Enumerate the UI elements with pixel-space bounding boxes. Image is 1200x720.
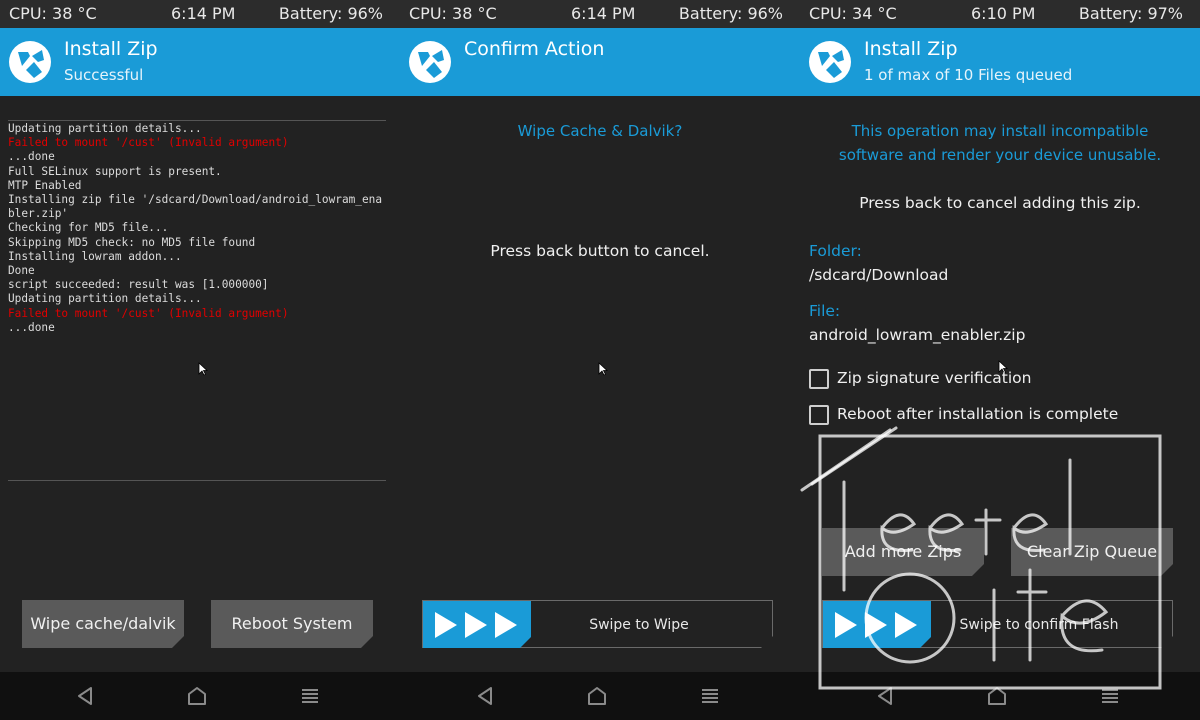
confirm-question: Wipe Cache & Dalvik? (517, 122, 683, 140)
back-icon[interactable] (473, 684, 497, 708)
status-bar: CPU: 34 °C 6:10 PM Battery: 97% (800, 0, 1200, 28)
teamwin-logo-icon (809, 41, 851, 83)
battery-level: Battery: 97% (1078, 4, 1183, 23)
install-zip-result-screen: CPU: 38 °C 6:14 PM Battery: 96% Install … (0, 0, 400, 720)
back-icon[interactable] (73, 684, 97, 708)
swipe-handle[interactable] (823, 601, 931, 649)
status-bar: CPU: 38 °C 6:14 PM Battery: 96% (400, 0, 800, 28)
menu-icon[interactable] (298, 684, 322, 708)
cancel-hint: Press back button to cancel. (490, 242, 710, 260)
console-line: script succeeded: result was [1.000000] (8, 278, 269, 292)
swipe-label: Swipe to confirm Flash (959, 617, 1119, 633)
warning-line-2: software and render your device unusable… (838, 146, 1162, 164)
console-lines: Updating partition details... Failed to m… (8, 121, 386, 335)
mouse-cursor-icon (198, 362, 208, 376)
console-line: Checking for MD5 file... (8, 221, 169, 235)
clock: 6:14 PM (171, 4, 236, 23)
console-line: Full SELinux support is present. (8, 164, 222, 178)
console-line: Installing lowram addon... (8, 249, 182, 263)
wipe-cache-dalvik-button[interactable]: Wipe cache/dalvik (22, 600, 184, 648)
add-more-zips-button[interactable]: Add more Zips (822, 528, 984, 576)
console-log[interactable]: Updating partition details... Failed to m… (8, 120, 386, 481)
zip-signature-label[interactable]: Zip signature verification (837, 369, 1032, 387)
clock: 6:14 PM (571, 4, 636, 23)
console-line: Updating partition details... (8, 292, 202, 306)
swipe-handle[interactable] (423, 601, 531, 649)
folder-label: Folder: (809, 242, 862, 260)
home-icon[interactable] (585, 684, 609, 708)
console-line: ...done (8, 150, 55, 164)
mouse-cursor-icon (598, 362, 608, 376)
teamwin-logo-icon (409, 41, 451, 83)
page-title: Install Zip (64, 38, 158, 60)
play-arrow-icon (835, 612, 923, 638)
clock: 6:10 PM (971, 4, 1036, 23)
back-icon[interactable] (873, 684, 897, 708)
console-line: Failed to mount '/cust' (Invalid argumen… (8, 136, 289, 150)
nav-bar (400, 672, 800, 720)
menu-icon[interactable] (698, 684, 722, 708)
swipe-label: Swipe to Wipe (589, 617, 689, 633)
cpu-temp: CPU: 38 °C (9, 4, 97, 23)
file-value: android_lowram_enabler.zip (809, 326, 1026, 344)
swipe-to-wipe-slider[interactable]: Swipe to Wipe (422, 600, 773, 648)
page-title: Install Zip (864, 38, 958, 60)
folder-value: /sdcard/Download (809, 266, 949, 284)
menu-icon[interactable] (1098, 684, 1122, 708)
page-title: Confirm Action (464, 38, 605, 60)
title-bar: Install Zip 1 of max of 10 Files queued (800, 28, 1200, 96)
console-line: Failed to mount '/cust' (Invalid argumen… (8, 306, 289, 320)
console-line: Installing zip file '/sdcard/Download/an… (8, 193, 383, 221)
page-subtitle: 1 of max of 10 Files queued (864, 66, 1073, 84)
clear-zip-queue-button[interactable]: Clear Zip Queue (1011, 528, 1173, 576)
play-arrow-icon (435, 612, 523, 638)
cpu-temp: CPU: 38 °C (409, 4, 497, 23)
battery-level: Battery: 96% (278, 4, 383, 23)
title-bar: Confirm Action (400, 28, 800, 96)
install-zip-confirm-screen: CPU: 34 °C 6:10 PM Battery: 97% Install … (800, 0, 1200, 720)
file-label: File: (809, 302, 841, 320)
battery-level: Battery: 96% (678, 4, 783, 23)
console-line: Done (8, 264, 35, 278)
reboot-after-install-label[interactable]: Reboot after installation is complete (837, 405, 1118, 423)
home-icon[interactable] (985, 684, 1009, 708)
console-line: Updating partition details... (8, 122, 202, 135)
console-line: MTP Enabled (8, 178, 82, 192)
status-bar: CPU: 38 °C 6:14 PM Battery: 96% (0, 0, 400, 28)
zip-signature-checkbox[interactable] (809, 369, 829, 389)
nav-bar (0, 672, 400, 720)
warning-line-1: This operation may install incompatible (851, 122, 1149, 140)
swipe-to-flash-slider[interactable]: Swipe to confirm Flash (822, 600, 1173, 648)
console-line: ...done (8, 320, 55, 334)
nav-bar (800, 672, 1200, 720)
cancel-hint: Press back to cancel adding this zip. (859, 194, 1141, 212)
title-bar: Install Zip Successful (0, 28, 400, 96)
reboot-after-install-checkbox[interactable] (809, 405, 829, 425)
teamwin-logo-icon (9, 41, 51, 83)
cpu-temp: CPU: 34 °C (809, 4, 897, 23)
confirm-action-screen: CPU: 38 °C 6:14 PM Battery: 96% Confirm … (400, 0, 800, 720)
home-icon[interactable] (185, 684, 209, 708)
console-line: Skipping MD5 check: no MD5 file found (8, 235, 256, 249)
reboot-system-button[interactable]: Reboot System (211, 600, 373, 648)
page-subtitle: Successful (64, 66, 144, 84)
